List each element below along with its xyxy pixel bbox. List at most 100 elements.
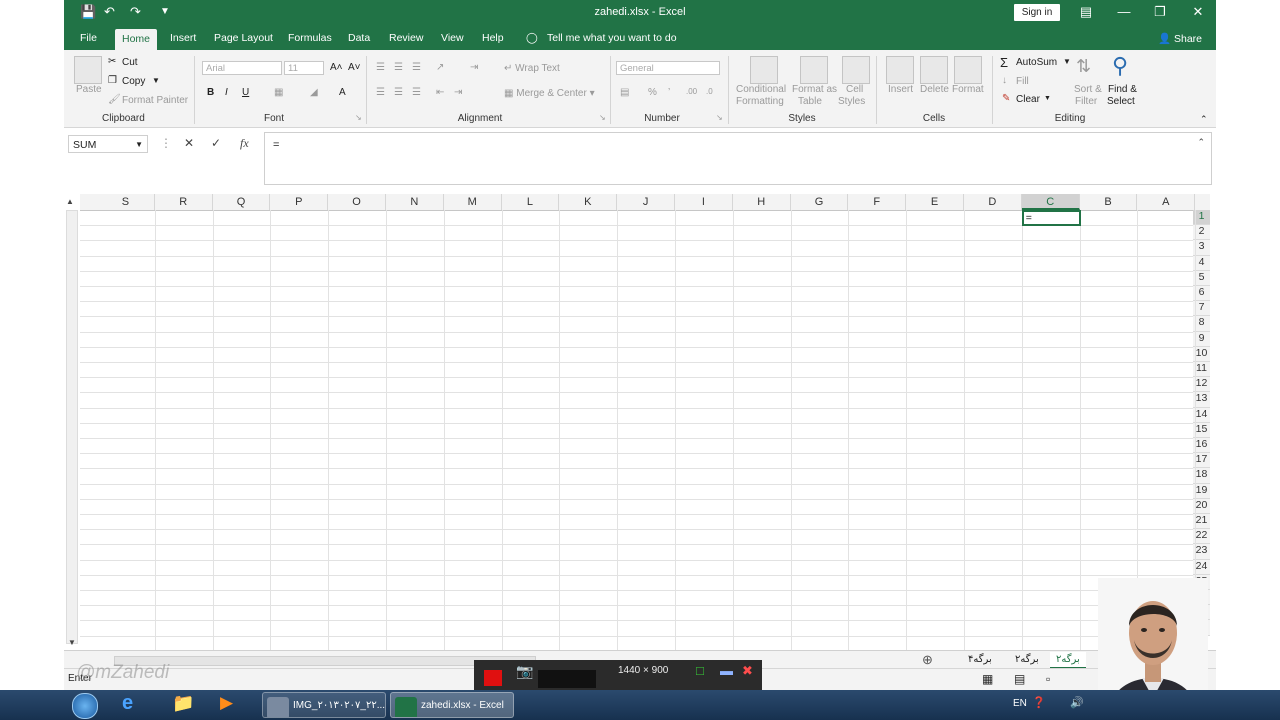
bold-icon[interactable]: B — [207, 87, 214, 98]
column-header-f[interactable]: F — [848, 194, 907, 210]
align-center-icon[interactable]: ☰ — [394, 87, 403, 98]
middle-align-icon[interactable]: ☰ — [394, 62, 403, 73]
increase-indent-icon[interactable]: ⇥ — [454, 87, 462, 98]
decrease-decimal-icon[interactable]: .0 — [706, 87, 713, 96]
decrease-indent-icon[interactable]: ⇤ — [436, 87, 444, 98]
copy-dropdown-icon[interactable]: ▼ — [152, 76, 160, 85]
confirm-entry-icon[interactable]: ✓ — [211, 136, 221, 150]
font-dialog-launcher-icon[interactable]: ↘ — [355, 113, 362, 122]
sheet-tab-1[interactable]: برگه۴ — [962, 652, 998, 667]
comma-style-icon[interactable]: ’ — [668, 87, 670, 98]
sort-filter-icon[interactable]: ⇅ — [1076, 56, 1091, 77]
normal-view-icon[interactable]: ▦ — [982, 672, 993, 686]
column-header-c[interactable]: C — [1021, 194, 1080, 210]
shrink-font-icon[interactable]: A˅ — [348, 62, 361, 73]
conditional-formatting-icon[interactable] — [750, 56, 778, 84]
number-format-select[interactable]: General — [616, 61, 720, 75]
column-header-d[interactable]: D — [964, 194, 1022, 210]
collapse-ribbon-icon[interactable]: ⌃ — [1200, 114, 1208, 125]
record-icon[interactable] — [484, 670, 502, 686]
tab-insert[interactable]: Insert — [170, 32, 196, 44]
cut-button[interactable]: Cut — [122, 57, 138, 68]
name-box[interactable]: SUM ▼ — [68, 135, 148, 153]
insert-function-icon[interactable]: fx — [240, 136, 249, 151]
select-all-corner-icon[interactable]: ▲ — [66, 197, 74, 206]
autosum-button[interactable]: AutoSum — [1016, 57, 1057, 68]
format-cells-icon[interactable] — [954, 56, 982, 84]
name-box-dropdown-icon[interactable]: ▼ — [135, 136, 143, 154]
accounting-format-icon[interactable]: ▤ — [620, 87, 629, 98]
sign-in-button[interactable]: Sign in — [1014, 4, 1060, 21]
worksheet-grid[interactable]: SRQPONMLKJIHGFEDCBA 1 2 3 4 5 6 7 8 9 10 11 12 13 14 1… — [80, 194, 1210, 650]
camera-icon[interactable]: 📷 — [516, 663, 533, 680]
column-header-h[interactable]: H — [733, 194, 791, 210]
cancel-entry-icon[interactable]: ✕ — [184, 136, 194, 150]
cell-styles-button[interactable]: Cell — [846, 84, 863, 95]
volume-icon[interactable]: 🔊 — [1070, 696, 1084, 709]
format-cells-button[interactable]: Format — [952, 84, 984, 95]
region-icon[interactable]: □ — [696, 663, 704, 678]
column-header-n[interactable]: N — [386, 194, 444, 210]
increase-decimal-icon[interactable]: .00 — [686, 87, 697, 96]
orientation-icon[interactable]: ↗ — [436, 62, 444, 73]
column-header-a[interactable]: A — [1137, 194, 1196, 210]
page-break-view-icon[interactable]: ▫ — [1046, 672, 1050, 686]
clear-button[interactable]: Clear — [1016, 94, 1040, 105]
alignment-dialog-launcher-icon[interactable]: ↘ — [599, 113, 606, 122]
share-button[interactable]: 👤 Share — [1158, 32, 1202, 45]
align-left-icon[interactable]: ☰ — [376, 87, 385, 98]
indent-icon[interactable]: ⇥ — [470, 62, 478, 73]
autosum-dropdown-icon[interactable]: ▼ — [1063, 57, 1071, 66]
format-as-table-icon[interactable] — [800, 56, 828, 84]
font-name-select[interactable]: Arial — [202, 61, 282, 75]
taskbar-item-image[interactable]: IMG_۲۰۱۳۰۲۰۷_۲۲... — [262, 692, 386, 718]
scroll-down-icon[interactable]: ▼ — [68, 638, 76, 647]
clear-dropdown-icon[interactable]: ▼ — [1044, 95, 1051, 102]
taskbar-item-excel[interactable]: zahedi.xlsx - Excel — [390, 692, 514, 718]
column-header-g[interactable]: G — [791, 194, 849, 210]
delete-cells-icon[interactable] — [920, 56, 948, 84]
tab-file[interactable]: File — [80, 32, 97, 44]
paste-button[interactable]: Paste — [76, 84, 102, 95]
column-header-e[interactable]: E — [906, 194, 964, 210]
copy-button[interactable]: Copy — [122, 76, 145, 87]
new-sheet-icon[interactable]: ⊕ — [916, 652, 939, 667]
find-select-icon[interactable]: ⚲ — [1112, 53, 1128, 79]
tab-page-layout[interactable]: Page Layout — [214, 32, 273, 44]
input-language[interactable]: EN — [1013, 698, 1027, 709]
start-button[interactable] — [72, 693, 98, 719]
insert-cells-button[interactable]: Insert — [888, 84, 913, 95]
format-painter-button[interactable]: Format Painter — [122, 95, 188, 106]
borders-icon[interactable]: ▦ — [274, 87, 283, 98]
vertical-scrollbar[interactable] — [66, 210, 78, 644]
formula-input[interactable]: = ⌃ — [264, 132, 1212, 185]
recorder-minimize-icon[interactable]: ▬ — [720, 663, 733, 678]
help-icon[interactable]: ❓ — [1032, 696, 1046, 709]
tab-home[interactable]: Home — [115, 29, 158, 51]
tab-data[interactable]: Data — [348, 32, 370, 44]
merge-center-button[interactable]: ▦ Merge & Center ▾ — [504, 88, 595, 99]
number-dialog-launcher-icon[interactable]: ↘ — [716, 113, 723, 122]
page-layout-view-icon[interactable]: ▤ — [1014, 672, 1025, 686]
font-size-select[interactable]: 11 — [284, 61, 324, 75]
sort-filter-button[interactable]: Sort & — [1074, 84, 1102, 95]
paste-icon[interactable] — [74, 56, 102, 84]
minimize-icon[interactable]: — — [1114, 4, 1134, 19]
italic-icon[interactable]: I — [225, 87, 228, 98]
column-header-r[interactable]: R — [155, 194, 213, 210]
column-header-i[interactable]: I — [675, 194, 733, 210]
find-select-button[interactable]: Find & — [1108, 84, 1137, 95]
column-header-q[interactable]: Q — [213, 194, 271, 210]
column-header-s[interactable]: S — [97, 194, 155, 210]
sheet-tab-active[interactable]: برگه۲ — [1050, 652, 1086, 669]
tab-view[interactable]: View — [441, 32, 464, 44]
wrap-text-button[interactable]: ↵ Wrap Text — [504, 63, 560, 74]
media-player-icon[interactable]: ▶ — [220, 693, 233, 713]
tab-formulas[interactable]: Formulas — [288, 32, 332, 44]
ribbon-display-icon[interactable]: ▤ — [1076, 4, 1096, 20]
conditional-formatting-button[interactable]: Conditional — [736, 84, 786, 95]
column-header-p[interactable]: P — [270, 194, 329, 210]
tell-me-search[interactable]: Tell me what you want to do — [547, 32, 677, 44]
underline-icon[interactable]: U — [242, 87, 249, 98]
fill-button[interactable]: Fill — [1016, 76, 1029, 87]
